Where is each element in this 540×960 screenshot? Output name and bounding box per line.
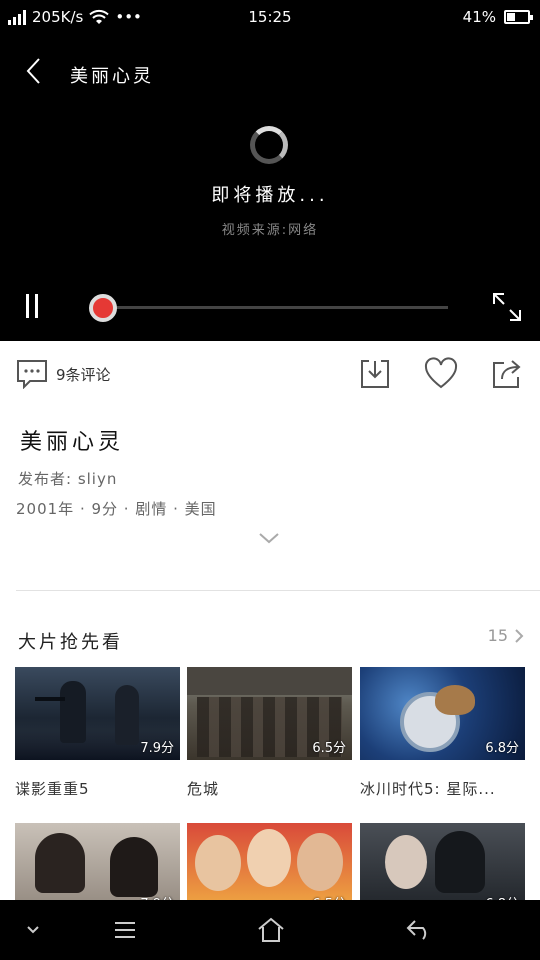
section-count: 15 — [487, 626, 508, 645]
progress-bar[interactable] — [104, 306, 448, 309]
divider — [16, 590, 540, 591]
comment-button[interactable]: 9条评论 — [16, 359, 111, 389]
status-bar: 205K/s ••• 15:25 41% — [0, 0, 540, 36]
movie-meta: 2001年 · 9分 · 剧情 · 美国 — [16, 500, 217, 518]
movie-card[interactable]: 6.8分 冰川时代5: 星际... — [360, 667, 525, 799]
chevron-down-icon — [27, 926, 39, 934]
heart-icon — [424, 357, 458, 389]
chevron-down-icon — [259, 533, 279, 544]
progress-knob[interactable] — [89, 294, 117, 322]
movie-card[interactable]: 6.5分 危城 — [187, 667, 352, 799]
source-text: 视频来源:网络 — [221, 223, 319, 238]
loading-spinner-icon — [250, 126, 288, 164]
section-title: 大片抢先看 — [18, 632, 123, 653]
section-more-button[interactable]: 15 — [488, 626, 524, 645]
system-nav-bar — [0, 900, 540, 960]
card-title: 危城 — [187, 780, 220, 798]
home-icon — [258, 917, 284, 942]
fullscreen-button[interactable] — [490, 290, 524, 324]
pause-icon — [26, 294, 29, 318]
rating: 7.9分 — [140, 741, 174, 756]
card-title: 谍影重重5 — [15, 780, 90, 798]
pause-button[interactable] — [22, 294, 42, 320]
return-icon — [406, 920, 427, 940]
loading-text: 即将播放... — [211, 185, 329, 206]
expand-button[interactable] — [258, 530, 280, 544]
fullscreen-icon — [493, 293, 521, 321]
movie-poster: 6.8分 — [360, 667, 525, 760]
card-title: 冰川时代5: 星际... — [360, 780, 496, 798]
battery-percent: 41% — [462, 8, 496, 26]
battery-icon — [504, 10, 533, 24]
menu-button[interactable] — [110, 916, 140, 944]
movie-poster: 6.5分 — [187, 667, 352, 760]
download-icon — [361, 360, 389, 388]
movie-title: 美丽心灵 — [20, 430, 125, 455]
share-icon — [493, 360, 521, 388]
action-bar: 9条评论 — [0, 341, 540, 411]
video-player[interactable]: 美丽心灵 即将播放... 视频来源:网络 — [0, 36, 540, 341]
favorite-button[interactable] — [424, 357, 458, 391]
back-arrow-icon — [26, 58, 40, 84]
back-nav-button[interactable] — [404, 916, 434, 944]
rating: 6.5分 — [312, 741, 346, 756]
menu-icon — [115, 922, 135, 938]
clock: 15:25 — [248, 8, 292, 26]
movie-poster: 7.9分 — [15, 667, 180, 760]
player-title: 美丽心灵 — [70, 66, 154, 87]
back-button[interactable] — [18, 54, 48, 88]
home-button[interactable] — [256, 916, 286, 944]
share-button[interactable] — [490, 357, 524, 391]
publisher: 发布者: sliyn — [18, 470, 118, 488]
chevron-right-icon — [515, 628, 524, 643]
comment-count: 9条评论 — [56, 365, 111, 384]
movie-card[interactable]: 7.9分 谍影重重5 — [15, 667, 180, 799]
rating: 6.8分 — [485, 741, 519, 756]
hide-nav-button[interactable] — [18, 916, 48, 944]
comment-icon — [17, 360, 47, 389]
download-button[interactable] — [358, 357, 392, 391]
status-right: 41% — [462, 8, 533, 26]
